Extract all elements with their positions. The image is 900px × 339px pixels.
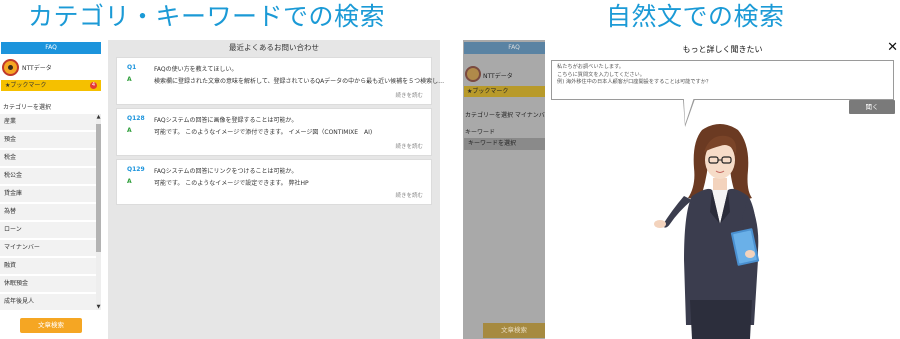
user-row: NTTデータ	[2, 58, 102, 78]
answer-text: 可能です。 このようなイメージで添付できます。 イメージ図（CONTIMIXE …	[154, 129, 373, 136]
bubble-line: こちらに質問文を入力してください。	[557, 71, 645, 78]
page-title: 最近よくあるお問い合わせ	[229, 43, 319, 52]
answer-label: A	[127, 127, 132, 134]
sentence-search-button[interactable]: 文章検索	[20, 318, 82, 333]
question-number: Q1	[127, 64, 137, 71]
answer-text: 検索欄に登録された文章の意味を解析して、登録されているQAデータの中から最も近い…	[154, 78, 445, 85]
dimmed-keyword-field: キーワードを選択	[464, 138, 550, 150]
bubble-line: 私たちがお調べいたします。	[557, 64, 624, 70]
category-item[interactable]: 貸金庫	[0, 186, 96, 204]
category-item[interactable]: ローン	[0, 222, 96, 240]
bookmark-label: ★ブックマーク	[5, 82, 47, 89]
question-text[interactable]: FAQの使い方を教えてほしい。	[154, 64, 237, 73]
read-more-link[interactable]: 続きを読む	[395, 191, 423, 199]
bookmark-count-badge: 4	[90, 82, 97, 89]
avatar-icon	[2, 59, 19, 76]
dimmed-sidebar	[463, 40, 545, 339]
category-item[interactable]: 預金	[0, 132, 96, 150]
category-item[interactable]: 休眠預金	[0, 276, 96, 294]
answer-text: 可能です。 このようなイメージで設定できます。 弊社HP	[154, 180, 309, 187]
modal-title: もっと詳しく聞きたい	[682, 45, 763, 54]
question-text[interactable]: FAQシステムの回答に画像を登録することは可能か。	[154, 115, 297, 124]
read-more-link[interactable]: 続きを読む	[395, 142, 423, 150]
read-more-link[interactable]: 続きを読む	[395, 91, 423, 99]
sidebar: FAQ NTTデータ ★ブックマーク 4 カテゴリーを選択 産業 預金 税金 税…	[0, 40, 103, 339]
dimmed-bookmark: ★ブックマーク	[464, 86, 548, 97]
close-icon[interactable]: ✕	[887, 40, 898, 55]
dimmed-avatar-icon	[465, 66, 481, 82]
qa-card[interactable]: Q129 FAQシステムの回答にリンクをつけることは可能か。 A 可能です。 こ…	[116, 159, 432, 205]
scroll-down-icon[interactable]: ▼	[96, 304, 101, 310]
answer-label: A	[127, 76, 132, 83]
answer-label: A	[127, 178, 132, 185]
category-item[interactable]: 成年後見人	[0, 294, 96, 312]
category-list: 産業 預金 税金 税公金 貸金庫 為替 ローン マイナンバー 融資 休眠預金 成…	[0, 114, 96, 314]
qa-card[interactable]: Q128 FAQシステムの回答に画像を登録することは可能か。 A 可能です。 こ…	[116, 108, 432, 156]
qa-card[interactable]: Q1 FAQの使い方を教えてほしい。 A 検索欄に登録された文章の意味を解析して…	[116, 57, 444, 105]
right-heading: 自然文での検索	[606, 2, 785, 31]
left-heading: カテゴリ・キーワードでの検索	[28, 2, 386, 31]
question-number: Q129	[127, 166, 145, 173]
question-number: Q128	[127, 115, 145, 122]
ask-modal: もっと詳しく聞きたい ✕ 私たちがお調べいたします。 こちらに質問文を入力してく…	[545, 40, 900, 339]
category-item[interactable]: 産業	[0, 114, 96, 132]
ask-button[interactable]: 聞く	[849, 100, 895, 114]
category-scrollbar[interactable]: ▲ ▼	[96, 114, 101, 310]
dimmed-keyword-label: キーワード	[465, 129, 496, 136]
natural-language-search-screen: FAQ NTTデータ ★ブックマーク カテゴリーを選択 マイナンバー キーワード…	[463, 40, 900, 339]
category-item[interactable]: 融資	[0, 258, 96, 276]
dimmed-search-button: 文章検索	[483, 323, 545, 338]
category-item[interactable]: マイナンバー	[0, 240, 96, 258]
category-keyword-search-screen: FAQ NTTデータ ★ブックマーク 4 カテゴリーを選択 産業 預金 税金 税…	[0, 40, 444, 339]
category-item[interactable]: 税公金	[0, 168, 96, 186]
bookmark-button[interactable]: ★ブックマーク 4	[1, 80, 101, 91]
dimmed-user-name: NTTデータ	[483, 73, 513, 80]
operator-illustration	[654, 124, 760, 339]
category-item[interactable]: 税金	[0, 150, 96, 168]
question-text[interactable]: FAQシステムの回答にリンクをつけることは可能か。	[154, 166, 297, 175]
user-name: NTTデータ	[22, 65, 52, 72]
faq-header-bar[interactable]: FAQ	[1, 42, 101, 54]
category-item[interactable]: 為替	[0, 204, 96, 222]
category-title: カテゴリーを選択	[3, 104, 52, 111]
faq-main-area: 最近よくあるお問い合わせ Q1 FAQの使い方を教えてほしい。 A 検索欄に登録…	[108, 40, 444, 339]
bubble-line: 例) 海外移住中の日本人顧客が口座開設をすることは可能ですか？	[557, 79, 712, 85]
scroll-up-icon[interactable]: ▲	[96, 114, 101, 120]
dimmed-tabs: カテゴリーを選択 マイナンバー	[465, 112, 551, 119]
question-input[interactable]: 私たちがお調べいたします。 こちらに質問文を入力してください。 例) 海外移住中…	[551, 60, 894, 100]
scrollbar-thumb[interactable]	[96, 124, 101, 252]
